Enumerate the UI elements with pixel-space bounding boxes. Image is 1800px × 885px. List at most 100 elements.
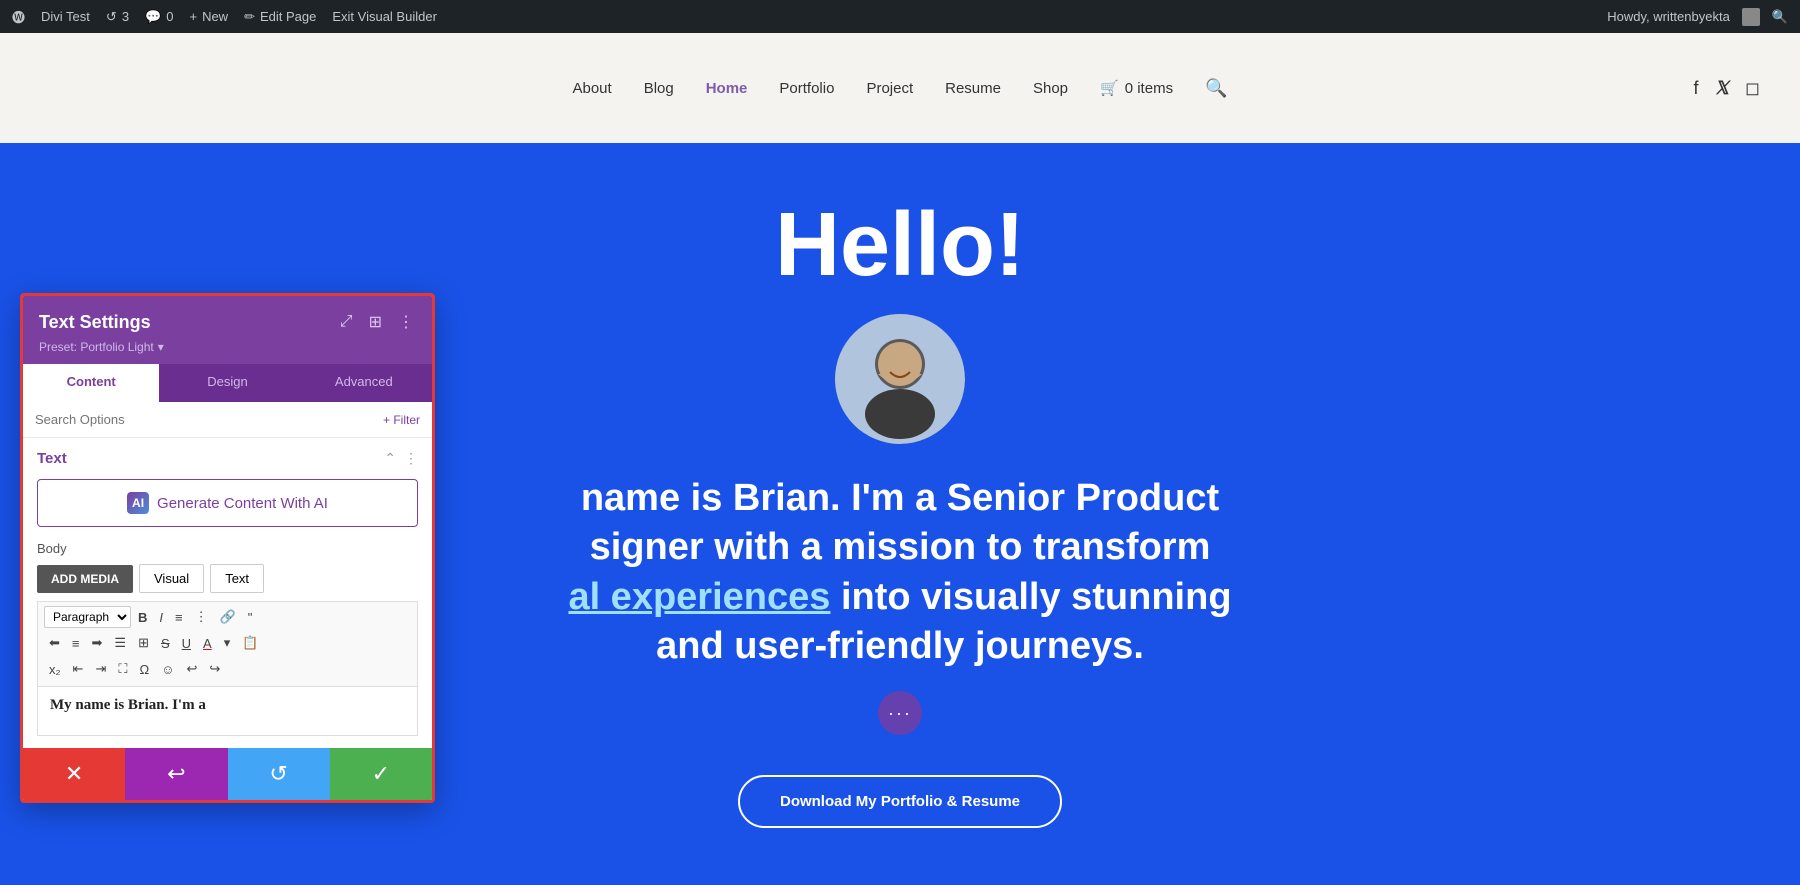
strikethrough-button[interactable]: S [156, 633, 175, 654]
columns-icon[interactable]: ⊞ [367, 310, 384, 334]
twitter-icon[interactable]: 𝕏 [1715, 78, 1730, 99]
panel-text-section: Text ⌃ ⋮ AI Generate Content With AI Bod… [23, 438, 432, 748]
social-icons: f 𝕏 ◻ [1694, 78, 1760, 99]
panel-title: Text Settings [39, 312, 151, 333]
color-arrow-button[interactable]: ▾ [219, 632, 236, 654]
nav-portfolio[interactable]: Portfolio [779, 80, 834, 97]
nav-about[interactable]: About [572, 80, 611, 97]
comments[interactable]: 💬 0 [145, 9, 173, 25]
align-left-button[interactable]: ⬅ [44, 632, 65, 654]
exit-visual-builder[interactable]: Exit Visual Builder [332, 9, 437, 24]
body-label: Body [37, 541, 418, 556]
hero-body-text: name is Brian. I'm a Senior Product sign… [568, 474, 1231, 672]
new-label: New [202, 9, 228, 24]
section-menu-icon[interactable]: ⋮ [404, 450, 418, 467]
hero-hello-text: Hello! [568, 200, 1231, 290]
site-name[interactable]: Divi Test [41, 9, 90, 24]
link-button[interactable]: 🔗 [215, 606, 241, 628]
format-row-2: ⬅ ≡ ➡ ☰ ⊞ S U A ▾ 📋 [44, 632, 411, 654]
align-center-button[interactable]: ≡ [67, 633, 85, 654]
subscript-button[interactable]: x₂ [44, 659, 66, 680]
redo-action-button[interactable]: ↺ [228, 748, 330, 800]
unordered-list-button[interactable]: ≡ [170, 607, 188, 628]
nav-shop[interactable]: Shop [1033, 80, 1068, 97]
facebook-icon[interactable]: f [1694, 78, 1699, 99]
panel-preset[interactable]: Preset: Portfolio Light ▾ [39, 340, 416, 354]
cancel-button[interactable]: ✕ [23, 748, 125, 800]
cart-icon-area[interactable]: 🛒 0 items [1100, 79, 1173, 97]
site-header: About Blog Home Portfolio Project Resume… [0, 33, 1800, 143]
new-button[interactable]: + New [189, 9, 228, 24]
nav-project[interactable]: Project [866, 80, 913, 97]
visual-tab-button[interactable]: Visual [139, 564, 204, 593]
panel-menu-icon[interactable]: ⋮ [396, 310, 416, 334]
panel-tabs: Content Design Advanced [23, 364, 432, 402]
panel-header-icons: ⤢ ⊞ ⋮ [338, 310, 416, 334]
emoji-button[interactable]: ☺ [156, 659, 179, 680]
align-justify-button[interactable]: ☰ [109, 632, 131, 654]
add-media-button[interactable]: ADD MEDIA [37, 565, 133, 593]
text-tab-button[interactable]: Text [210, 564, 264, 593]
nav-blog[interactable]: Blog [644, 80, 674, 97]
comments-icon: 💬 [145, 9, 161, 25]
text-preview[interactable]: My name is Brian. I'm a [37, 686, 418, 736]
nav-resume[interactable]: Resume [945, 80, 1001, 97]
tab-content[interactable]: Content [23, 364, 159, 402]
section-header-icons: ⌃ ⋮ [384, 450, 418, 467]
tab-advanced[interactable]: Advanced [296, 364, 432, 402]
cart-count: 0 items [1125, 80, 1173, 97]
admin-bar: 🅦 Divi Test ↺ 3 💬 0 + New ✏ Edit Page Ex… [0, 0, 1800, 33]
table-button[interactable]: ⊞ [133, 632, 154, 654]
hero-cta-button[interactable]: Download My Portfolio & Resume [738, 775, 1062, 828]
save-button[interactable]: ✓ [330, 748, 432, 800]
wp-icon: 🅦 [12, 7, 25, 26]
site-nav: About Blog Home Portfolio Project Resume… [572, 78, 1227, 99]
plus-icon: + [189, 9, 197, 24]
cart-icon: 🛒 [1100, 79, 1119, 97]
hero-dots[interactable]: ··· [878, 691, 922, 735]
paste-button[interactable]: 📋 [237, 632, 263, 654]
site-search-icon[interactable]: 🔍 [1205, 78, 1227, 99]
omega-button[interactable]: Ω [134, 659, 154, 680]
panel-header: Text Settings ⤢ ⊞ ⋮ Preset: Portfolio Li… [23, 296, 432, 364]
nav-home[interactable]: Home [706, 80, 748, 97]
bold-button[interactable]: B [133, 607, 152, 628]
hero-section: Hello! name is Brian. I'm a Senior Produ… [548, 160, 1251, 869]
edit-page-button[interactable]: ✏ Edit Page [244, 9, 316, 25]
outdent-button[interactable]: ⇤ [68, 658, 89, 680]
wp-logo[interactable]: 🅦 [12, 7, 25, 26]
italic-button[interactable]: I [154, 607, 168, 628]
align-right-button[interactable]: ➡ [87, 632, 108, 654]
hero-avatar [835, 314, 965, 444]
filter-button[interactable]: + Filter [383, 413, 420, 427]
revisions[interactable]: ↺ 3 [106, 9, 129, 25]
ai-generate-button[interactable]: AI Generate Content With AI [37, 479, 418, 527]
revisions-icon: ↺ [106, 9, 117, 25]
undo-action-button[interactable]: ↩ [125, 748, 227, 800]
preset-chevron: ▾ [158, 340, 164, 354]
fullscreen-button[interactable]: ⛶ [113, 658, 132, 680]
preset-label: Preset: Portfolio Light [39, 340, 154, 354]
instagram-icon[interactable]: ◻ [1745, 78, 1760, 99]
color-button[interactable]: A [198, 633, 217, 654]
blockquote-button[interactable]: " [243, 607, 258, 628]
format-toolbar: Paragraph B I ≡ ⋮ 🔗 " ⬅ ≡ ➡ ☰ ⊞ [37, 601, 418, 686]
panel-header-top: Text Settings ⤢ ⊞ ⋮ [39, 310, 416, 334]
maximize-icon[interactable]: ⤢ [338, 311, 355, 333]
format-row-1: Paragraph B I ≡ ⋮ 🔗 " [44, 606, 411, 628]
search-options-input[interactable] [35, 412, 375, 427]
ordered-list-button[interactable]: ⋮ [190, 606, 213, 628]
section-collapse-icon[interactable]: ⌃ [384, 450, 396, 467]
comments-count: 0 [166, 9, 173, 24]
search-icon[interactable]: 🔍 [1772, 9, 1788, 25]
panel-actions: ✕ ↩ ↺ ✓ [23, 748, 432, 800]
tab-design[interactable]: Design [159, 364, 295, 402]
format-row-3: x₂ ⇤ ⇥ ⛶ Ω ☺ ↩ ↪ [44, 658, 411, 680]
indent-button[interactable]: ⇥ [90, 658, 111, 680]
paragraph-select[interactable]: Paragraph [44, 606, 131, 628]
panel-body: + Filter Text ⌃ ⋮ AI Generate Content Wi… [23, 402, 432, 748]
undo-button[interactable]: ↩ [181, 658, 202, 680]
redo-button[interactable]: ↪ [204, 658, 225, 680]
ai-icon: AI [127, 492, 149, 514]
underline-button[interactable]: U [177, 633, 196, 654]
